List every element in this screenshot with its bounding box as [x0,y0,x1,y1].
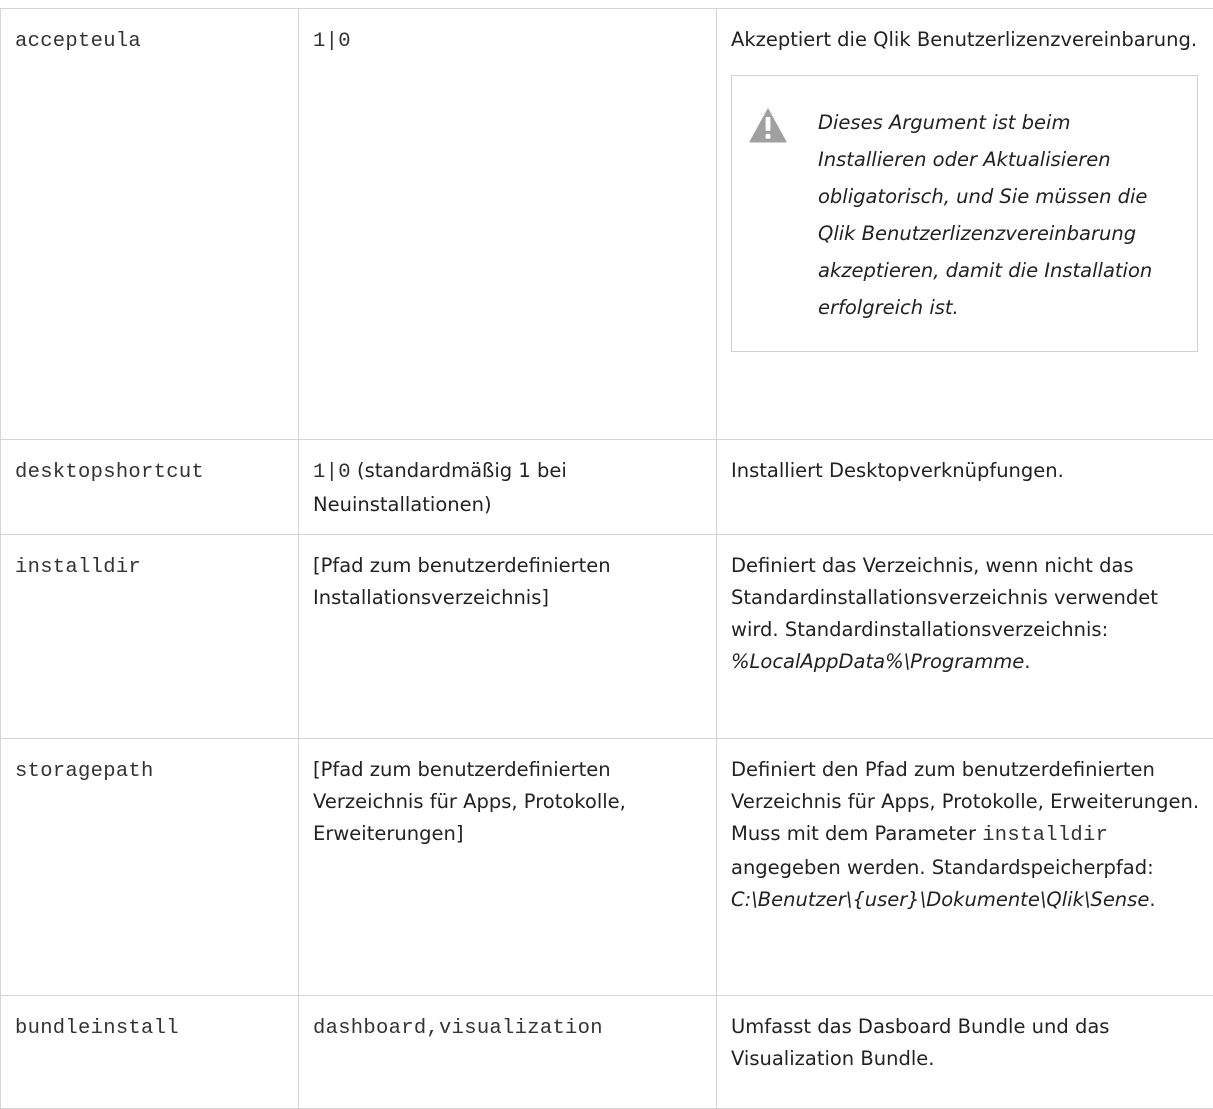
description-end: . [1149,888,1155,911]
table-row: accepteula 1|0 Akzeptiert die Qlik Benut… [1,9,1213,440]
parameter-value: [Pfad zum benutzerdefinierten Installati… [313,554,611,609]
parameter-name: desktopshortcut [15,461,204,484]
parameter-description: Definiert das Verzeichnis, wenn nicht da… [731,554,1158,641]
table-row: storagepath [Pfad zum benutzerdefinierte… [1,739,1213,996]
parameter-name: accepteula [15,30,141,53]
parameter-description: Akzeptiert die Qlik Benutzerlizenzverein… [731,24,1208,56]
parameter-cell: accepteula [1,9,299,440]
default-path: %LocalAppData%\Programme [731,650,1024,673]
warning-note-text: Dieses Argument ist beim Installieren od… [818,104,1177,326]
description-cell: Definiert den Pfad zum benutzerdefiniert… [717,739,1213,996]
value-cell: dashboard,visualization [299,996,717,1109]
value-cell: [Pfad zum benutzerdefinierten Installati… [299,535,717,739]
parameter-description: Definiert den Pfad zum benutzerdefiniert… [731,758,1199,845]
description-cell: Akzeptiert die Qlik Benutzerlizenzverein… [717,9,1213,440]
value-cell: 1|0 (standardmäßig 1 bei Neuinstallation… [299,440,717,535]
parameter-value: [Pfad zum benutzerdefinierten Verzeichni… [313,758,626,845]
parameter-value-text: (standardmäßig 1 bei Neuinstallationen) [313,459,567,516]
value-cell: [Pfad zum benutzerdefinierten Verzeichni… [299,739,717,996]
parameters-table: accepteula 1|0 Akzeptiert die Qlik Benut… [0,8,1213,1109]
warning-icon [748,106,818,154]
table-row: installdir [Pfad zum benutzerdefinierten… [1,535,1213,739]
parameter-description: Umfasst das Dasboard Bundle und das Visu… [731,1011,1208,1075]
description-end: . [1024,650,1030,673]
parameter-name: bundleinstall [15,1017,179,1040]
inline-code: installdir [982,824,1108,847]
parameter-value: dashboard,visualization [313,1017,603,1040]
parameter-cell: installdir [1,535,299,739]
default-path: C:\Benutzer\{user}\Dokumente\Qlik\Sense [731,888,1149,911]
parameter-description-cont: angegeben werden. Standardspeicherpfad: [731,856,1154,879]
description-cell: Installiert Desktopverknüpfungen. [717,440,1213,535]
parameter-cell: bundleinstall [1,996,299,1109]
parameter-description: Installiert Desktopverknüpfungen. [731,455,1208,487]
parameter-value-code: 1|0 [313,461,351,484]
parameter-cell: desktopshortcut [1,440,299,535]
value-cell: 1|0 [299,9,717,440]
description-cell: Definiert das Verzeichnis, wenn nicht da… [717,535,1213,739]
description-cell: Umfasst das Dasboard Bundle und das Visu… [717,996,1213,1109]
warning-note: Dieses Argument ist beim Installieren od… [731,75,1198,352]
parameter-name: installdir [15,556,141,579]
parameter-cell: storagepath [1,739,299,996]
parameter-name: storagepath [15,760,154,783]
table-row: desktopshortcut 1|0 (standardmäßig 1 bei… [1,440,1213,535]
parameter-value: 1|0 [313,30,351,53]
table-row: bundleinstall dashboard,visualization Um… [1,996,1213,1109]
